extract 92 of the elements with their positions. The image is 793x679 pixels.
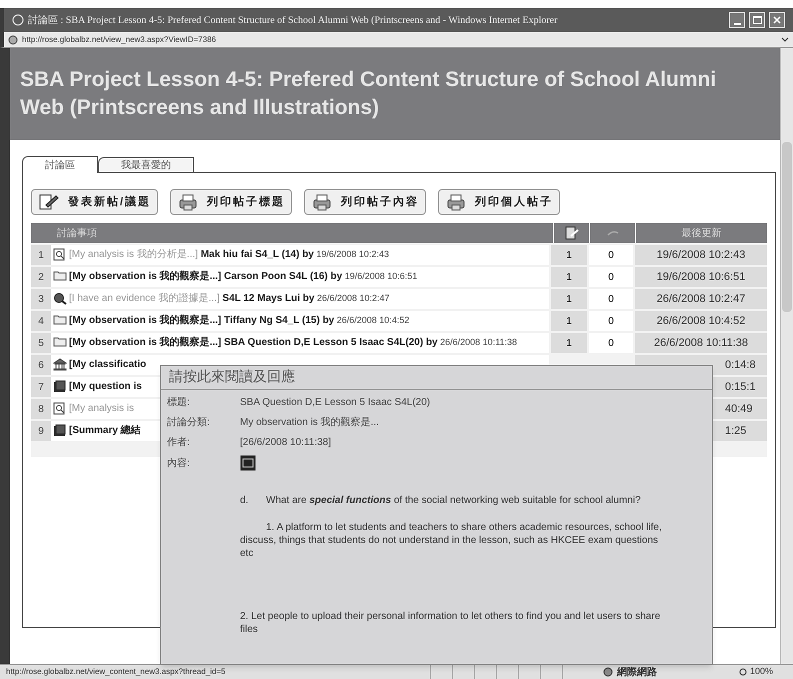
topic-link[interactable]: [My observation is 我的觀察是...] — [69, 315, 222, 326]
topic-link[interactable]: [My question is — [69, 381, 142, 392]
magnifier-icon — [53, 292, 67, 305]
image-icon — [240, 455, 256, 471]
toolbar-button[interactable]: 發表新帖/議題 — [31, 189, 158, 215]
address-bar[interactable]: http://rose.globalbz.net/view_new3.aspx?ViewID=7386 — [0, 32, 793, 48]
row-number: 1 — [31, 245, 51, 265]
last-update: 0:15:1 — [725, 380, 756, 395]
tab[interactable]: 討論區 — [22, 156, 98, 173]
reply-count: 0 — [589, 267, 633, 287]
close-button[interactable] — [769, 12, 785, 28]
row-number: 8 — [31, 399, 51, 419]
row-number: 2 — [31, 267, 51, 287]
post-count: 1 — [551, 333, 587, 353]
column-header: 最後更新 — [635, 223, 767, 243]
toolbar-button[interactable]: 列印個人帖子 — [438, 189, 560, 215]
toolbar-button[interactable]: 列印帖子標題 — [170, 189, 292, 215]
zoom-button[interactable]: 100% — [738, 665, 793, 679]
last-update: 19/6/2008 10:2:43 — [656, 248, 746, 263]
field-label: 討論分類: — [167, 416, 211, 430]
close-icon — [773, 16, 781, 24]
post-date: 26/6/2008 10:2:47 — [316, 293, 390, 303]
row-number: 9 — [31, 421, 51, 441]
maximize-button[interactable] — [749, 12, 765, 28]
reply-count: 0 — [589, 245, 633, 265]
status-url: http://rose.globalbz.net/view_content_new3.aspx?thread_id=5 — [5, 666, 226, 678]
minimize-button[interactable] — [729, 12, 745, 28]
post-date: 26/6/2008 10:4:52 — [336, 315, 410, 325]
reply-count: 0 — [589, 289, 633, 309]
row-number: 5 — [31, 333, 51, 353]
field-value: [26/6/2008 10:11:38] — [240, 436, 332, 450]
author-text: Mak hiu fai S4_L (14) by — [200, 249, 314, 260]
last-update: 26/6/2008 10:4:52 — [656, 314, 746, 329]
author-text: SBA Question D,E Lesson 5 Isaac S4L(20) by — [223, 337, 438, 348]
post-count: 1 — [551, 289, 587, 309]
last-update: 40:49 — [725, 402, 753, 417]
popup-title: 請按此來閱讀及回應 — [161, 366, 712, 390]
browser-icon — [12, 14, 24, 26]
folder-icon — [53, 270, 67, 281]
printer-icon — [177, 193, 200, 211]
author-text: Tiffany Ng S4_L (15) by — [223, 315, 334, 326]
last-update: 26/6/2008 10:2:47 — [656, 292, 746, 307]
folder-icon — [53, 314, 67, 325]
folder-icon — [53, 336, 67, 347]
post-date: 26/6/2008 10:11:38 — [439, 337, 518, 347]
reply-count: 0 — [589, 311, 633, 331]
printer-icon — [445, 193, 468, 211]
tab[interactable]: 我最喜愛的 — [98, 157, 194, 172]
post-date: 19/6/2008 10:2:43 — [315, 249, 389, 259]
post-count: 1 — [551, 245, 587, 265]
row-number: 6 — [31, 355, 51, 375]
page-title: SBA Project Lesson 4-5: Prefered Content Structure of School Alumni Web (Printscreens and Illustrations) — [20, 67, 718, 121]
last-update: 26/6/2008 10:11:38 — [654, 336, 748, 351]
author-text: S4L 12 Mays Lui by — [221, 293, 314, 304]
zoom-icon — [738, 668, 748, 676]
field-value: My observation is 我的觀察是... — [240, 416, 379, 430]
content-paragraph: 1. A platform to let students and teachers to share others academic resources, school life, discuss, things that students do not understand in the lesson, such as HKCEE exam questions etc — [240, 521, 663, 560]
pen-note-icon — [38, 193, 60, 211]
column-header: 討論事項 — [56, 226, 98, 240]
field-label: 作者: — [167, 436, 191, 450]
globe-icon — [603, 667, 613, 677]
scrollbar[interactable] — [780, 48, 793, 664]
field-label: 標題: — [167, 396, 191, 410]
row-number: 7 — [31, 377, 51, 397]
field-label: 內容: — [167, 456, 191, 470]
book-icon — [53, 380, 67, 393]
row-number: 4 — [31, 311, 51, 331]
zone-text: 網際網路 — [617, 666, 657, 679]
last-update: 0:14:8 — [725, 358, 756, 373]
book-icon — [53, 424, 67, 437]
topic-link[interactable]: [My observation is 我的觀察是...] — [69, 271, 222, 282]
building-icon — [53, 358, 67, 371]
reply-icon — [606, 230, 618, 236]
post-date: 19/6/2008 10:6:51 — [344, 271, 418, 281]
post-count: 1 — [551, 267, 587, 287]
window-title: 討論區 : SBA Project Lesson 4-5: Prefered Content Structure of School Alumni Web (Printscreens and - Windows Internet Explorer — [28, 14, 558, 28]
content-paragraph: 2. Let people to upload their personal information to let others to find you and let users to share files — [240, 610, 662, 636]
topic-link[interactable]: [My observation is 我的觀察是...] — [69, 337, 222, 348]
toolbar-button[interactable]: 列印帖子內容 — [304, 189, 426, 215]
post-icon — [564, 226, 578, 240]
post-count: 1 — [551, 311, 587, 331]
author-text: Carson Poon S4L (16) by — [223, 271, 342, 282]
field-value: SBA Question D,E Lesson 5 Isaac S4L(20) — [240, 396, 430, 410]
reply-count: 0 — [589, 333, 633, 353]
topic-link[interactable]: [Summary 總結 — [69, 425, 141, 436]
last-update: 19/6/2008 10:6:51 — [656, 270, 746, 285]
page-icon — [8, 34, 18, 44]
printer-icon — [311, 193, 334, 211]
row-number: 3 — [31, 289, 51, 309]
last-update: 1:25 — [725, 424, 746, 439]
content-paragraph: d. What are special functions of the social networking web suitable for school alumni? — [240, 494, 642, 507]
topic-link[interactable]: [My classificatio — [69, 359, 146, 370]
